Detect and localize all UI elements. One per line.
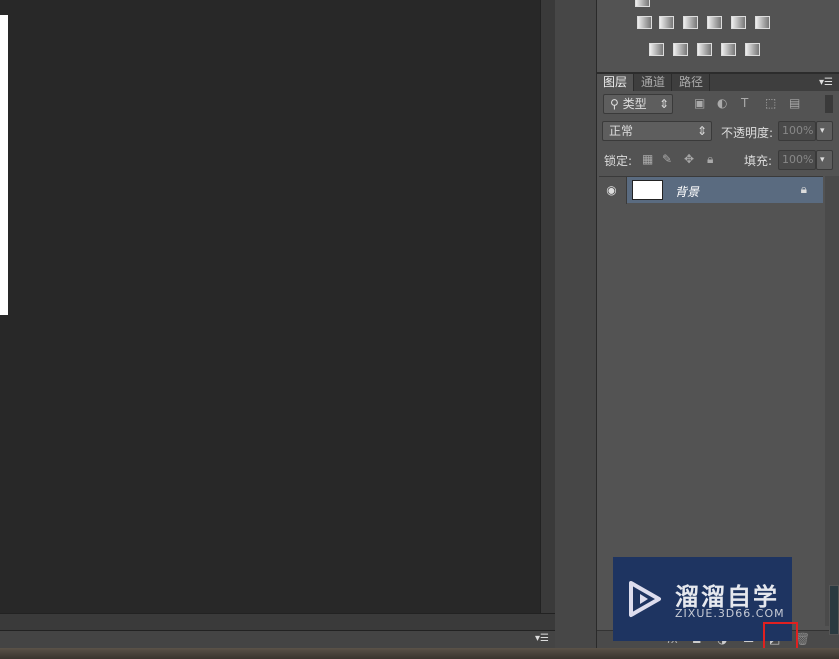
lock-transparent-icon[interactable]: ▦ <box>642 152 653 166</box>
blend-mode-select[interactable]: 正常 ⇕ <box>602 121 712 141</box>
panel-dock-strip <box>555 0 597 648</box>
filter-type-icon[interactable]: T <box>741 96 748 110</box>
vertical-scrollbar[interactable] <box>540 0 555 613</box>
brightness-icon[interactable] <box>635 0 650 7</box>
filter-kind-value: 类型 <box>622 97 647 111</box>
eye-icon[interactable]: ◉ <box>597 177 627 204</box>
lock-brush-icon[interactable]: ✎ <box>662 152 672 166</box>
filter-adjustment-icon[interactable]: ◐ <box>717 96 727 110</box>
filter-kind-select[interactable]: ⚲ 类型 ⇕ <box>603 94 673 114</box>
layer-thumbnail <box>632 180 663 200</box>
black-white-icon[interactable] <box>683 16 698 29</box>
status-bar: ▾☰ <box>0 630 555 648</box>
tab-paths[interactable]: 路径 <box>673 74 711 91</box>
document-page[interactable] <box>0 15 8 315</box>
levels-icon[interactable] <box>637 16 652 29</box>
filter-shape-icon[interactable]: ⬚ <box>765 96 776 110</box>
fill-label: 填充: <box>744 154 773 168</box>
layer-lock-icon: 🔒︎ <box>800 182 807 196</box>
layers-scrollbar[interactable] <box>825 176 839 626</box>
channel-mixer-icon[interactable] <box>731 16 746 29</box>
invert-icon[interactable] <box>649 43 664 56</box>
layer-row[interactable]: ◉ 背景 🔒︎ <box>597 176 823 204</box>
opacity-label: 不透明度: <box>721 126 774 140</box>
blend-mode-value: 正常 <box>609 124 634 138</box>
taskbar-strip <box>0 648 839 659</box>
fill-dropdown[interactable]: ▾ <box>816 150 833 170</box>
filter-toggle[interactable] <box>825 95 833 113</box>
layer-name: 背景 <box>675 185 700 199</box>
gradient-map-icon[interactable] <box>745 43 760 56</box>
document-canvas-area[interactable] <box>0 0 540 613</box>
filter-smart-object-icon[interactable]: ▤ <box>789 96 800 110</box>
threshold-icon[interactable] <box>697 43 712 56</box>
horizontal-scrollbar[interactable] <box>0 613 555 630</box>
status-menu-icon[interactable]: ▾☰ <box>535 633 549 644</box>
lock-move-icon[interactable]: ✥ <box>684 152 694 166</box>
tab-layers[interactable]: 图层 <box>597 74 635 91</box>
watermark-url: ZIXUE.3D66.COM <box>675 607 785 620</box>
fill-input[interactable]: 100% <box>778 150 816 170</box>
filter-pixel-icon[interactable]: ▣ <box>694 96 705 110</box>
posterize-icon[interactable] <box>673 43 688 56</box>
panel-menu-icon[interactable]: ▾☰ <box>813 74 839 91</box>
color-balance-icon[interactable] <box>659 16 674 29</box>
side-meter <box>829 585 839 635</box>
lock-all-icon[interactable]: 🔒︎ <box>707 152 713 167</box>
photo-filter-icon[interactable] <box>707 16 722 29</box>
opacity-dropdown[interactable]: ▾ <box>816 121 833 141</box>
tab-channels[interactable]: 通道 <box>635 74 673 91</box>
watermark-logo-icon <box>629 581 661 617</box>
right-panel: 图层 通道 路径 ▾☰ ⚲ 类型 ⇕ ▣ ◐ T ⬚ ▤ 正常 ⇕ 不透明度: 1… <box>597 0 839 648</box>
opacity-input[interactable]: 100% <box>778 121 816 141</box>
selective-color-icon[interactable] <box>721 43 736 56</box>
lock-label: 锁定: <box>604 154 633 168</box>
layers-tabs: 图层 通道 路径 ▾☰ <box>597 72 839 91</box>
color-lookup-icon[interactable] <box>755 16 770 29</box>
